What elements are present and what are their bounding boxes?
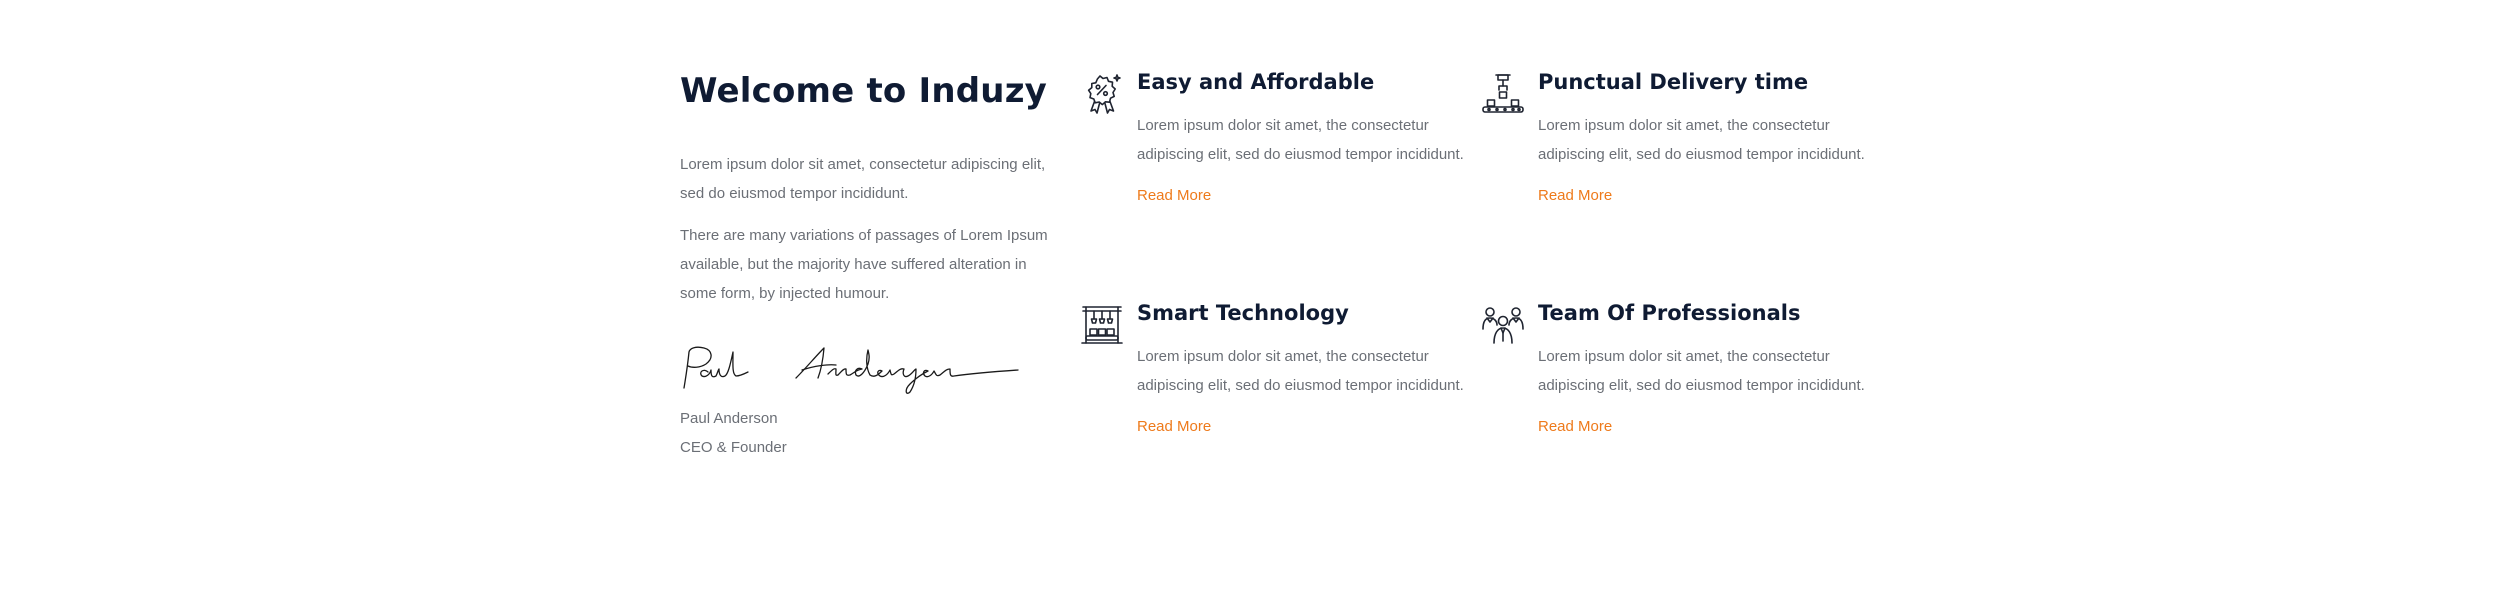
read-more-link[interactable]: Read More	[1137, 416, 1211, 438]
read-more-link[interactable]: Read More	[1538, 185, 1612, 207]
feature-body: Team Of Professionals Lorem ipsum dolor …	[1538, 299, 1868, 438]
feature-title: Smart Technology	[1137, 301, 1349, 325]
team-group-icon	[1481, 303, 1525, 347]
read-more-link[interactable]: Read More	[1137, 185, 1211, 207]
read-more-link[interactable]: Read More	[1538, 416, 1612, 438]
feature-title: Punctual Delivery time	[1538, 70, 1809, 94]
signature-image	[683, 346, 1019, 394]
feature-description: Lorem ipsum dolor sit amet, the consecte…	[1137, 117, 1464, 163]
intro-title: Welcome to Induzy	[680, 71, 1048, 111]
intro-paragraph-2: There are many variations of passages of…	[680, 227, 1048, 302]
feature-title: Team Of Professionals	[1538, 301, 1801, 325]
discount-badge-icon	[1080, 72, 1124, 116]
feature-body: Easy and Affordable Lorem ipsum dolor si…	[1137, 68, 1467, 207]
feature-title: Easy and Affordable	[1137, 70, 1375, 94]
feature-description: Lorem ipsum dolor sit amet, the consecte…	[1538, 348, 1865, 394]
feature-body: Smart Technology Lorem ipsum dolor sit a…	[1137, 299, 1467, 438]
welcome-section: Welcome to Induzy Lorem ipsum dolor sit …	[680, 68, 1880, 508]
author-name: Paul Anderson	[680, 410, 778, 427]
feature-description: Lorem ipsum dolor sit amet, the consecte…	[1538, 117, 1865, 163]
intro-paragraph-1: Lorem ipsum dolor sit amet, consectetur …	[680, 156, 1046, 202]
robotic-factory-icon	[1080, 303, 1124, 347]
conveyor-boxes-icon	[1481, 72, 1525, 116]
feature-body: Punctual Delivery time Lorem ipsum dolor…	[1538, 68, 1868, 207]
feature-description: Lorem ipsum dolor sit amet, the consecte…	[1137, 348, 1464, 394]
author-role: CEO & Founder	[680, 439, 787, 456]
intro-column: Welcome to Induzy Lorem ipsum dolor sit …	[680, 68, 1060, 462]
